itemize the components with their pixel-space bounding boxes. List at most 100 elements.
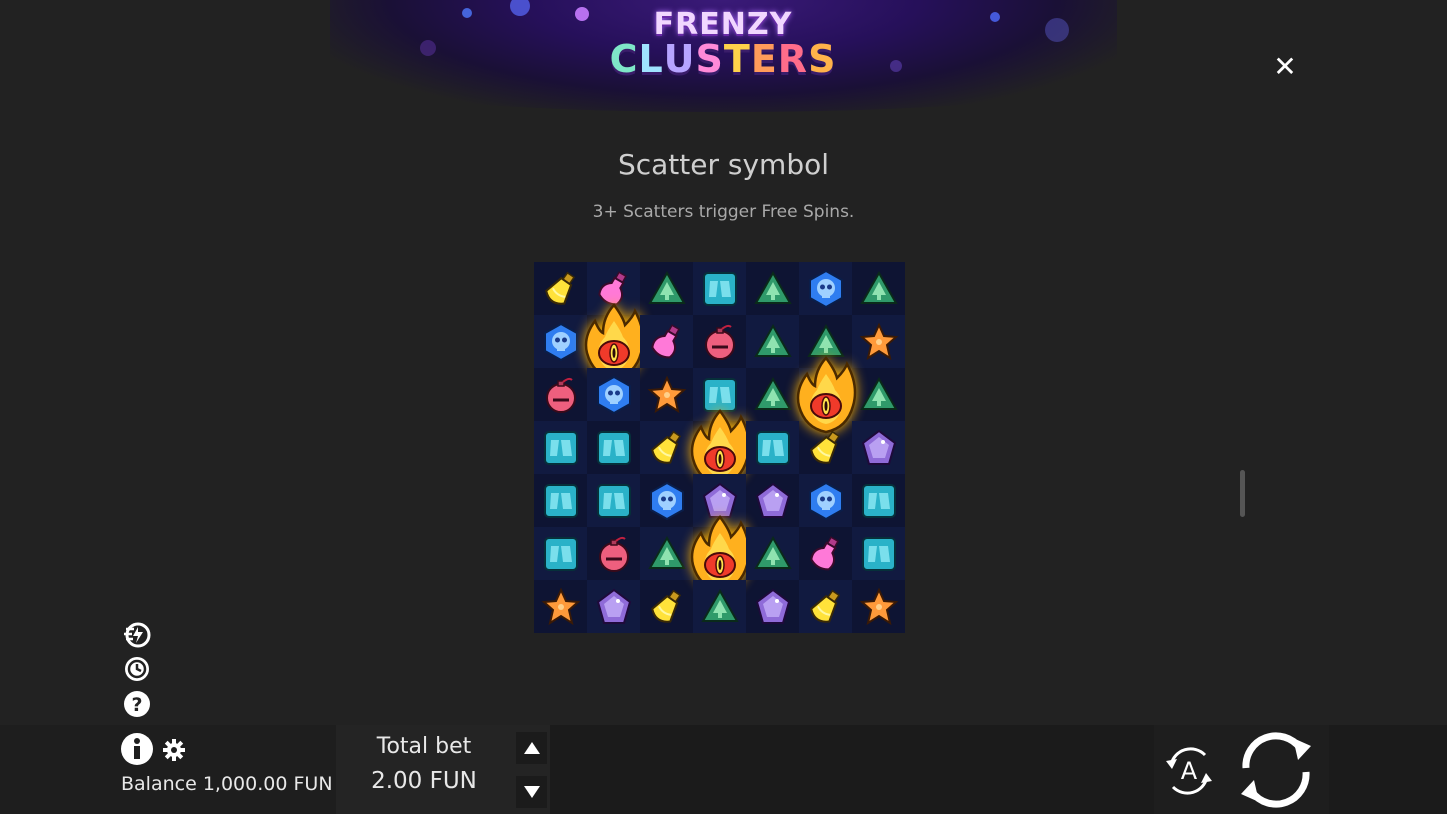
yellow-potion-icon: [806, 587, 846, 627]
grid-cell: [852, 421, 905, 474]
bet-decrease-button[interactable]: [516, 776, 547, 808]
grid-cell: [693, 315, 746, 368]
pink-potion-icon: [806, 534, 846, 574]
grid-cell: [746, 368, 799, 421]
bomb-icon: [594, 534, 634, 574]
svg-text:?: ?: [131, 694, 142, 716]
close-button[interactable]: ✕: [1270, 52, 1300, 82]
grid-cell: [640, 315, 693, 368]
bomb-icon: [700, 322, 740, 362]
logo-letter: R: [777, 37, 809, 81]
grid-cell: [587, 368, 640, 421]
grid-cell: [693, 580, 746, 633]
card-icon: [859, 481, 899, 521]
card-icon: [541, 481, 581, 521]
grid-cell: [746, 474, 799, 527]
page-subtitle: 3+ Scatters trigger Free Spins.: [592, 202, 855, 222]
star-icon: [647, 375, 687, 415]
help-icon[interactable]: ?: [122, 689, 152, 719]
grid-cell: [534, 421, 587, 474]
logo-letter: L: [638, 37, 664, 81]
tree-icon: [647, 534, 687, 574]
total-bet-value: 2.00 FUN: [371, 768, 477, 794]
grid-cell: [746, 262, 799, 315]
grid-cell: [799, 580, 852, 633]
card-icon: [541, 428, 581, 468]
card-icon: [700, 269, 740, 309]
grid-cell: [852, 580, 905, 633]
grid-cell: [693, 262, 746, 315]
grid-cell: [587, 421, 640, 474]
total-bet-label: Total bet: [376, 734, 472, 759]
grid-cell: [534, 315, 587, 368]
logo-letter: E: [750, 37, 778, 81]
grid-cell: [587, 527, 640, 580]
card-icon: [859, 534, 899, 574]
card-icon: [594, 481, 634, 521]
skull-icon: [806, 269, 846, 309]
grid-cell: [584, 302, 644, 380]
history-icon[interactable]: [122, 654, 152, 684]
grid-cell: [640, 421, 693, 474]
gem-icon: [859, 428, 899, 468]
grid-cell: [640, 474, 693, 527]
skull-icon: [594, 375, 634, 415]
scrollbar[interactable]: [1240, 470, 1245, 517]
grid-cell: [690, 408, 750, 486]
tree-icon: [859, 269, 899, 309]
logo-letter: C: [609, 37, 639, 81]
yellow-potion-icon: [647, 587, 687, 627]
grid-cell: [587, 580, 640, 633]
balance-label: Balance: [121, 773, 197, 795]
card-icon: [753, 428, 793, 468]
symbol-grid: [534, 262, 905, 633]
grid-cell: [852, 474, 905, 527]
grid-cell: [640, 368, 693, 421]
grid-cell: [534, 527, 587, 580]
grid-cell: [587, 474, 640, 527]
grid-cell: [746, 527, 799, 580]
pink-potion-icon: [647, 322, 687, 362]
grid-cell: [799, 421, 852, 474]
tree-icon: [753, 375, 793, 415]
tree-icon: [700, 587, 740, 627]
grid-cell: [534, 262, 587, 315]
grid-cell: [852, 368, 905, 421]
page-title: Scatter symbol: [617, 148, 830, 181]
turbo-spin-icon[interactable]: [122, 619, 152, 649]
settings-gear-icon[interactable]: [162, 738, 186, 766]
balance-value: 1,000.00 FUN: [202, 773, 333, 795]
star-icon: [541, 587, 581, 627]
grid-cell: [799, 474, 852, 527]
yellow-potion-icon: [647, 428, 687, 468]
tree-icon: [753, 534, 793, 574]
yellow-potion-icon: [541, 269, 581, 309]
bet-increase-button[interactable]: [516, 732, 547, 764]
grid-cell: [852, 315, 905, 368]
gem-icon: [753, 481, 793, 521]
card-icon: [594, 428, 634, 468]
logo-letter: S: [695, 37, 724, 81]
tree-icon: [753, 269, 793, 309]
autoplay-button[interactable]: A: [1161, 743, 1217, 799]
balance-display: Balance 1,000.00 FUN: [121, 773, 333, 795]
grid-cell: [799, 527, 852, 580]
grid-cell: [799, 262, 852, 315]
logo-letter: U: [663, 37, 696, 81]
bomb-icon: [541, 375, 581, 415]
autoplay-letter: A: [1181, 757, 1198, 785]
grid-cell: [534, 474, 587, 527]
logo-letter: S: [808, 37, 837, 81]
info-button[interactable]: [120, 732, 154, 770]
grid-cell: [746, 421, 799, 474]
star-icon: [859, 587, 899, 627]
spin-button[interactable]: [1236, 732, 1316, 808]
tree-icon: [859, 375, 899, 415]
gem-icon: [753, 587, 793, 627]
game-logo: FRENZY CLUSTERS: [600, 7, 846, 81]
grid-cell: [534, 580, 587, 633]
tree-icon: [647, 269, 687, 309]
grid-cell: [534, 368, 587, 421]
gem-icon: [594, 587, 634, 627]
logo-line1: FRENZY: [653, 7, 793, 42]
